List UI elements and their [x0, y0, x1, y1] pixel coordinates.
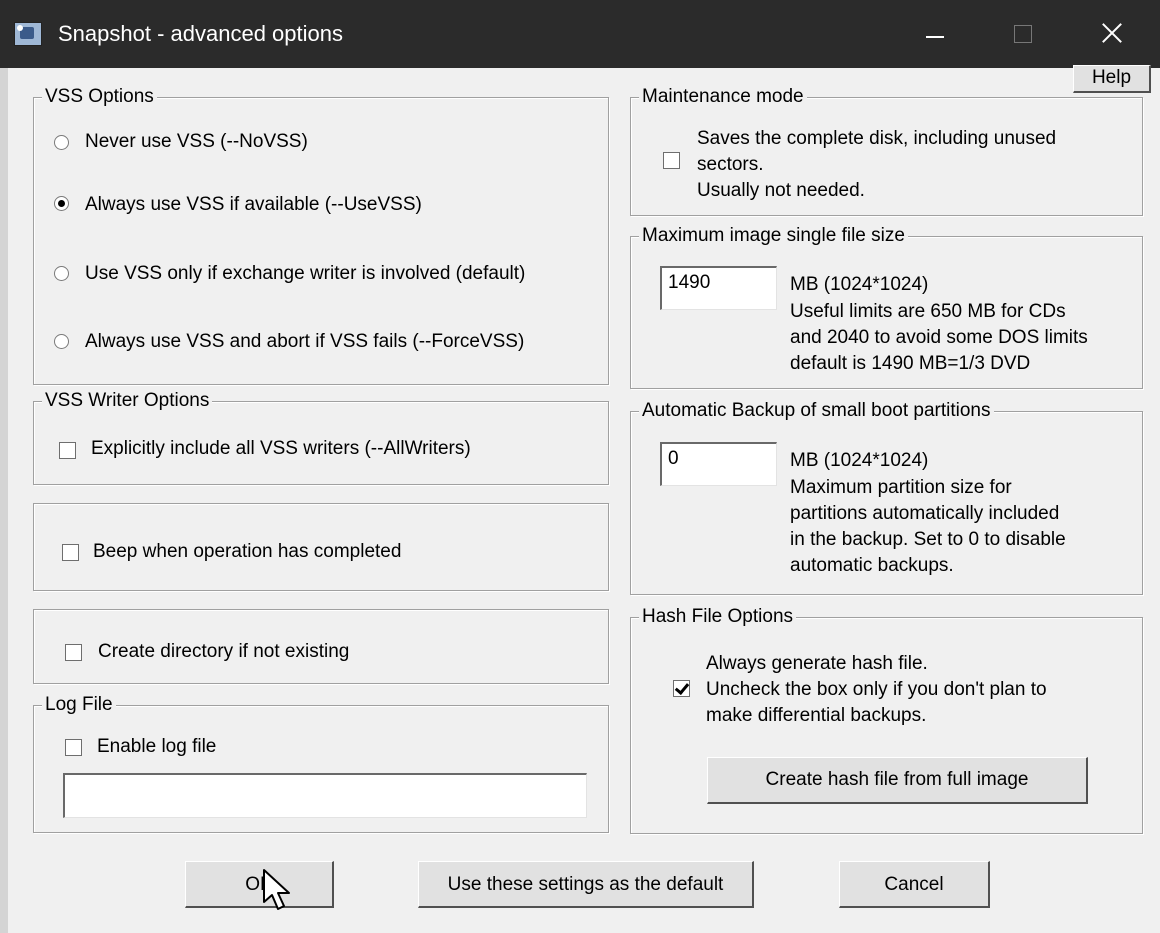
max-image-size-unit: MB (1024*1024) — [790, 274, 929, 295]
hash-file-options-group: Hash File Options Always generate hash f… — [630, 605, 1143, 834]
vss-writer-options-group: VSS Writer Options Explicitly include al… — [33, 389, 609, 485]
radio-label[interactable]: Never use VSS (--NoVSS) — [85, 130, 308, 154]
all-writers-checkbox[interactable] — [59, 442, 76, 459]
hash-file-options-title: Hash File Options — [639, 605, 797, 629]
radio-label[interactable]: Always use VSS if available (--UseVSS) — [85, 193, 422, 217]
log-file-group: Log File Enable log file — [33, 693, 609, 833]
close-button[interactable] — [1066, 0, 1154, 68]
create-directory-label[interactable]: Create directory if not existing — [98, 640, 349, 664]
maximize-button — [978, 0, 1066, 68]
ok-button[interactable]: OK — [185, 861, 334, 908]
mouse-cursor-icon — [263, 869, 290, 910]
maintenance-mode-group: Maintenance mode Saves the complete disk… — [630, 85, 1143, 216]
max-image-size-group: Maximum image single file size 1490 MB (… — [630, 224, 1143, 389]
always-generate-hash-checkbox[interactable] — [673, 680, 690, 697]
max-image-size-description: Useful limits are 650 MB for CDs and 204… — [790, 301, 1088, 374]
enable-log-label[interactable]: Enable log file — [97, 735, 216, 759]
auto-backup-size-input[interactable]: 0 — [660, 442, 777, 486]
all-writers-label[interactable]: Explicitly include all VSS writers (--Al… — [91, 437, 471, 461]
use-as-default-button[interactable]: Use these settings as the default — [418, 861, 754, 908]
vss-options-title: VSS Options — [42, 85, 157, 109]
log-file-title: Log File — [42, 693, 116, 717]
window-border — [0, 68, 8, 933]
app-icon — [14, 22, 42, 46]
vss-writer-options-title: VSS Writer Options — [42, 389, 213, 413]
create-directory-group: Create directory if not existing — [33, 609, 609, 684]
enable-log-checkbox[interactable] — [65, 739, 82, 756]
cancel-button[interactable]: Cancel — [839, 861, 990, 908]
radio-label[interactable]: Use VSS only if exchange writer is invol… — [85, 262, 525, 286]
auto-backup-group: Automatic Backup of small boot partition… — [630, 399, 1143, 595]
create-directory-checkbox[interactable] — [65, 644, 82, 661]
auto-backup-description: Maximum partition size for partitions au… — [790, 477, 1066, 576]
minimize-button[interactable] — [890, 0, 978, 68]
beep-label[interactable]: Beep when operation has completed — [93, 540, 401, 564]
auto-backup-title: Automatic Backup of small boot partition… — [639, 399, 994, 423]
create-hash-file-button[interactable]: Create hash file from full image — [707, 757, 1088, 804]
auto-backup-unit: MB (1024*1024) — [790, 450, 929, 471]
maintenance-mode-checkbox[interactable] — [663, 152, 680, 169]
beep-checkbox[interactable] — [62, 544, 79, 561]
max-image-size-title: Maximum image single file size — [639, 224, 908, 248]
help-button[interactable]: Help — [1073, 65, 1151, 93]
max-image-size-input[interactable]: 1490 — [660, 266, 777, 310]
maintenance-mode-title: Maintenance mode — [639, 85, 807, 109]
log-file-path-input[interactable] — [63, 773, 587, 818]
radio-never-use-vss[interactable] — [54, 135, 69, 150]
radio-label[interactable]: Always use VSS and abort if VSS fails (-… — [85, 330, 524, 354]
beep-group: Beep when operation has completed — [33, 503, 609, 591]
window-title: Snapshot - advanced options — [58, 21, 343, 46]
title-bar[interactable]: Snapshot - advanced options — [0, 0, 1160, 68]
vss-options-group: VSS Options Never use VSS (--NoVSS) Alwa… — [33, 85, 609, 385]
radio-always-use-vss[interactable] — [54, 196, 69, 211]
radio-vss-exchange-writer[interactable] — [54, 266, 69, 281]
always-generate-hash-description: Always generate hash file. Uncheck the b… — [706, 653, 1047, 726]
radio-force-vss[interactable] — [54, 334, 69, 349]
maintenance-mode-description: Saves the complete disk, including unuse… — [697, 128, 1057, 201]
